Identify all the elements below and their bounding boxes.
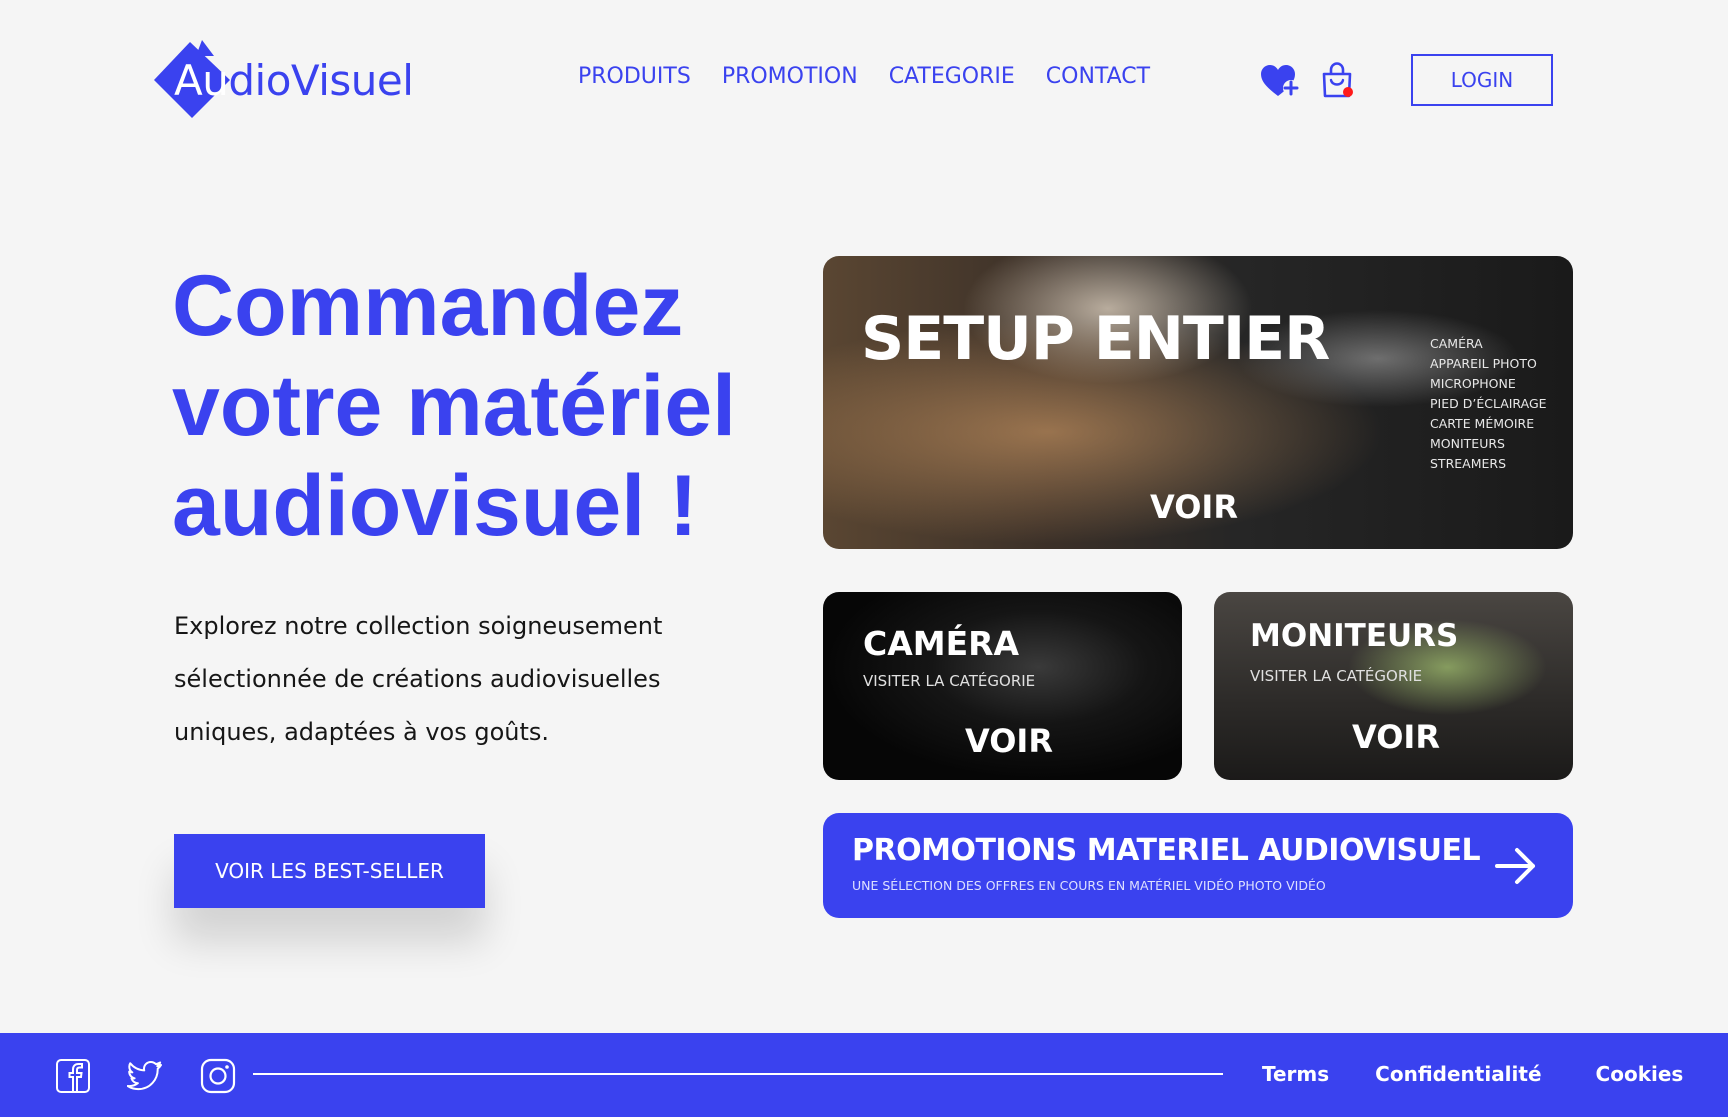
footer-link-terms[interactable]: Terms — [1262, 1062, 1329, 1086]
wishlist-button[interactable] — [1258, 60, 1302, 104]
nav-contact[interactable]: CONTACT — [1046, 64, 1150, 89]
setup-items-list: CAMÉRA APPAREIL PHOTO MICROPHONE PIED D’… — [1430, 334, 1547, 474]
camera-voir-link[interactable]: VOIR — [965, 722, 1053, 760]
setup-item: APPAREIL PHOTO — [1430, 356, 1537, 371]
setup-item: CARTE MÉMOIRE — [1430, 416, 1535, 431]
monitors-card-subtitle[interactable]: VISITER LA CATÉGORIE — [1250, 667, 1422, 685]
best-seller-button[interactable]: VOIR LES BEST-SELLER — [174, 834, 485, 908]
login-button[interactable]: LOGIN — [1411, 54, 1553, 106]
footer-link-confidentialite[interactable]: Confidentialité — [1375, 1062, 1541, 1086]
shopping-bag-icon — [1322, 62, 1353, 98]
site-header: AudioVisuel PRODUITS PROMOTION CATEGORIE… — [0, 0, 1728, 160]
setup-item: STREAMERS — [1430, 456, 1507, 471]
camera-card-title: CAMÉRA — [863, 624, 1020, 663]
setup-voir-link[interactable]: VOIR — [1150, 488, 1238, 526]
site-footer: Terms Confidentialité Cookies — [0, 1033, 1728, 1117]
facebook-icon[interactable] — [55, 1058, 91, 1094]
logo[interactable]: AudioVisuel — [152, 40, 414, 120]
camera-card-subtitle[interactable]: VISITER LA CATÉGORIE — [863, 672, 1035, 690]
monitors-card[interactable]: MONITEURS VISITER LA CATÉGORIE VOIR — [1214, 592, 1573, 780]
promotions-banner[interactable]: PROMOTIONS MATERIEL AUDIOVISUEL UNE SÉLE… — [823, 813, 1573, 918]
instagram-icon[interactable] — [200, 1058, 236, 1094]
monitors-card-title: MONITEURS — [1250, 618, 1459, 654]
hero-title: Commandez votre matériel audiovisuel ! — [172, 258, 737, 554]
footer-divider — [253, 1073, 1223, 1075]
camera-card[interactable]: CAMÉRA VISITER LA CATÉGORIE VOIR — [823, 592, 1182, 780]
promo-title: PROMOTIONS MATERIEL AUDIOVISUEL — [852, 833, 1481, 868]
heart-plus-icon — [1261, 65, 1299, 96]
setup-item: PIED D’ÉCLAIRAGE — [1430, 396, 1547, 411]
logo-text: AudioVisuel — [174, 56, 414, 105]
setup-card-title: SETUP ENTIER — [861, 304, 1330, 374]
promo-subtitle: UNE SÉLECTION DES OFFRES EN COURS EN MAT… — [852, 878, 1326, 893]
main-nav: PRODUITS PROMOTION CATEGORIE CONTACT — [578, 64, 1150, 89]
arrow-right-icon[interactable] — [1493, 843, 1539, 889]
setup-item: CAMÉRA — [1430, 336, 1483, 351]
footer-links: Terms Confidentialité Cookies — [1262, 1062, 1683, 1086]
setup-item: MICROPHONE — [1430, 376, 1516, 391]
cart-badge — [1343, 87, 1353, 97]
setup-item: MONITEURS — [1430, 436, 1505, 451]
hero-description: Explorez notre collection soigneusement … — [174, 612, 663, 746]
setup-card[interactable]: SETUP ENTIER CAMÉRA APPAREIL PHOTO MICRO… — [823, 256, 1573, 549]
nav-produits[interactable]: PRODUITS — [578, 64, 691, 89]
cart-button[interactable] — [1316, 60, 1360, 104]
nav-promotion[interactable]: PROMOTION — [722, 64, 858, 89]
footer-link-cookies[interactable]: Cookies — [1596, 1062, 1684, 1086]
monitors-voir-link[interactable]: VOIR — [1352, 718, 1440, 756]
twitter-icon[interactable] — [127, 1058, 163, 1094]
nav-categorie[interactable]: CATEGORIE — [889, 64, 1015, 89]
